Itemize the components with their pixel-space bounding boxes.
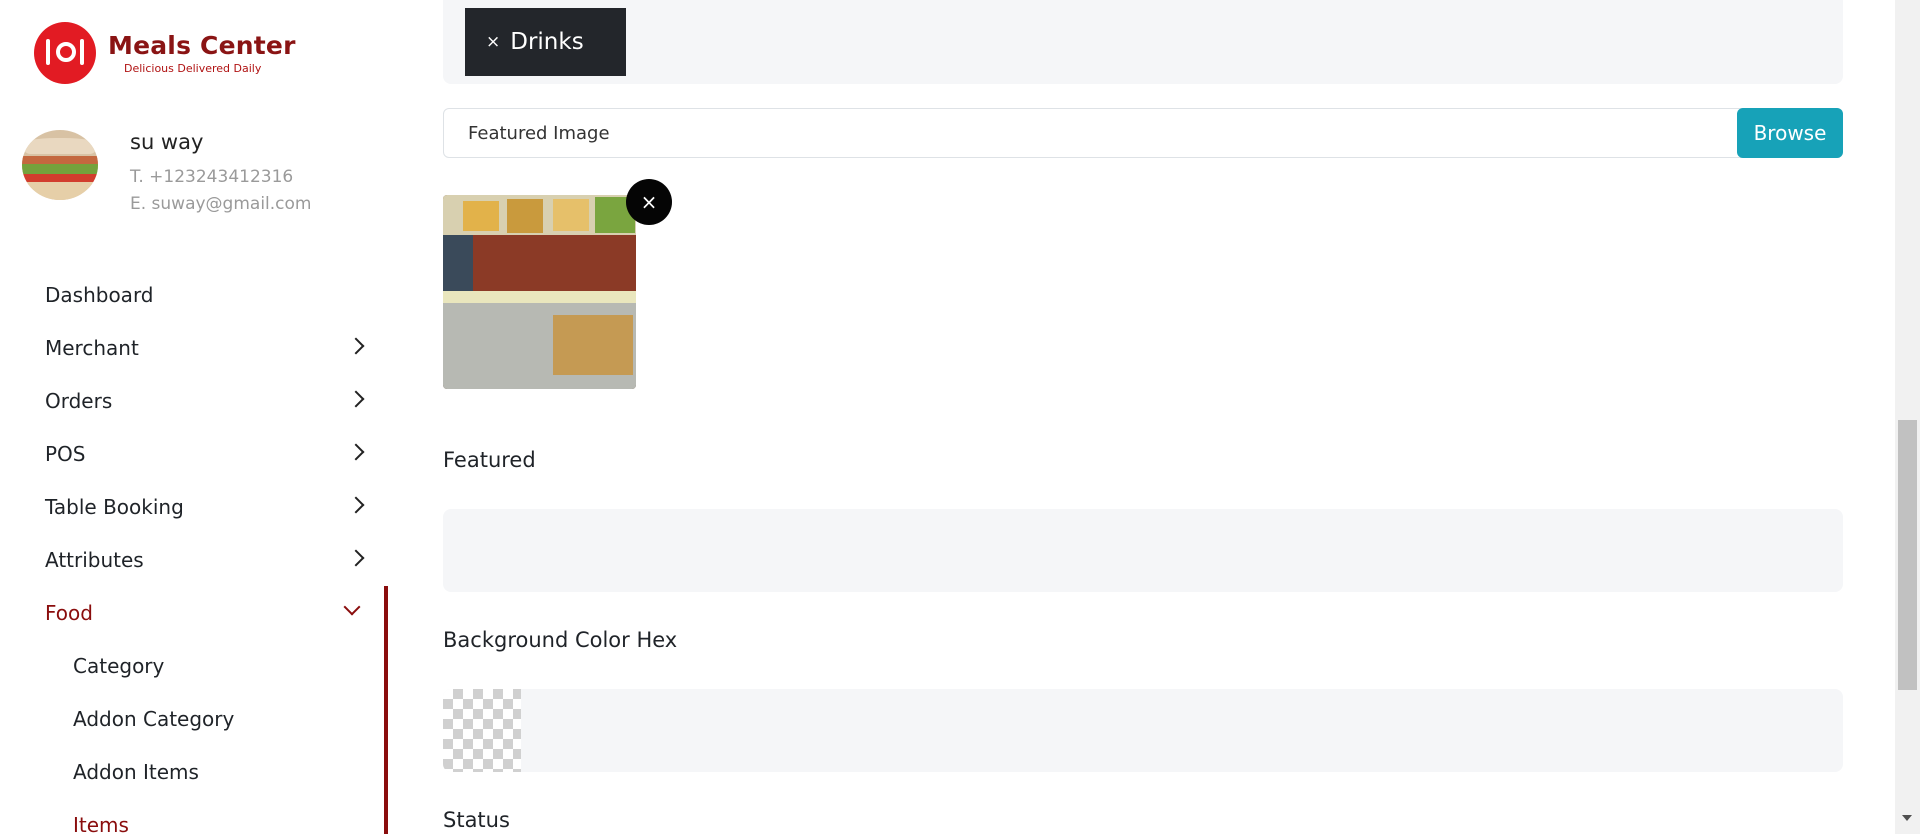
sidebar-item-label: Dashboard [45, 282, 154, 307]
scroll-down-arrow-icon[interactable] [1902, 815, 1912, 821]
sidebar-item-food[interactable]: Food [0, 586, 390, 639]
sidebar: Meals Center Delicious Delivered Daily s… [0, 0, 390, 834]
chevron-down-icon [343, 598, 361, 616]
brand-logo[interactable]: Meals Center Delicious Delivered Daily [34, 22, 296, 84]
tag-label: Drinks [510, 29, 584, 55]
status-label: Status [443, 808, 510, 832]
remove-tag-icon[interactable]: × [486, 32, 500, 52]
chevron-right-icon [347, 496, 365, 514]
tag-chip[interactable]: × Drinks [465, 8, 626, 76]
sidebar-item-merchant[interactable]: Merchant [0, 321, 390, 374]
chevron-right-icon [347, 443, 365, 461]
profile-email: E. suway@gmail.com [130, 194, 312, 214]
chevron-right-icon [347, 549, 365, 567]
sidebar-item-orders[interactable]: Orders [0, 374, 390, 427]
sidebar-subitem-addon-items[interactable]: Addon Items [0, 745, 390, 798]
background-color-label: Background Color Hex [443, 628, 678, 652]
sidebar-subitem-addon-category[interactable]: Addon Category [0, 692, 390, 745]
main-content: × Drinks Featured Image Browse × Feature… [390, 0, 1870, 834]
scrollbar-thumb[interactable] [1898, 420, 1917, 690]
food-submenu: Category Addon Category Addon Items Item… [0, 639, 390, 834]
featured-image-label: Featured Image [468, 123, 610, 144]
featured-label: Featured [443, 448, 536, 472]
sidebar-item-dashboard[interactable]: Dashboard [0, 268, 390, 321]
sidebar-subitem-label: Addon Category [73, 706, 235, 731]
sidebar-subitem-label: Addon Items [73, 759, 199, 784]
profile-phone: T. +123243412316 [130, 167, 294, 187]
chevron-right-icon [347, 390, 365, 408]
sidebar-item-label: Food [45, 600, 93, 625]
featured-image-preview [443, 195, 636, 389]
sidebar-item-attributes[interactable]: Attributes [0, 533, 390, 586]
background-color-field[interactable] [443, 689, 1843, 772]
active-section-indicator [384, 586, 388, 834]
chevron-right-icon [347, 337, 365, 355]
sidebar-subitem-items[interactable]: Items [0, 798, 390, 834]
brand-title: Meals Center [108, 31, 296, 60]
sidebar-item-label: POS [45, 441, 86, 466]
avatar [22, 130, 98, 200]
user-profile: su way T. +123243412316 E. suway@gmail.c… [22, 130, 312, 218]
color-swatch[interactable] [443, 689, 521, 772]
page-scrollbar[interactable] [1895, 0, 1920, 834]
sidebar-item-label: Attributes [45, 547, 144, 572]
meals-center-logo-icon [34, 22, 96, 84]
sidebar-item-label: Merchant [45, 335, 139, 360]
profile-name: su way [130, 130, 204, 154]
category-tags-input[interactable]: × Drinks [443, 0, 1843, 84]
sidebar-item-label: Orders [45, 388, 113, 413]
featured-field[interactable] [443, 509, 1843, 592]
sidebar-subitem-category[interactable]: Category [0, 639, 390, 692]
sidebar-item-label: Table Booking [45, 494, 184, 519]
sidebar-menu: Dashboard Merchant Orders POS Table Book… [0, 268, 390, 834]
sidebar-item-table-booking[interactable]: Table Booking [0, 480, 390, 533]
sidebar-subitem-label: Category [73, 653, 165, 678]
sidebar-subitem-label: Items [73, 812, 129, 834]
browse-button[interactable]: Browse [1737, 108, 1843, 158]
featured-image-field[interactable]: Featured Image Browse [443, 108, 1843, 158]
remove-image-button[interactable]: × [626, 179, 672, 225]
sidebar-item-pos[interactable]: POS [0, 427, 390, 480]
brand-tagline: Delicious Delivered Daily [124, 62, 262, 75]
